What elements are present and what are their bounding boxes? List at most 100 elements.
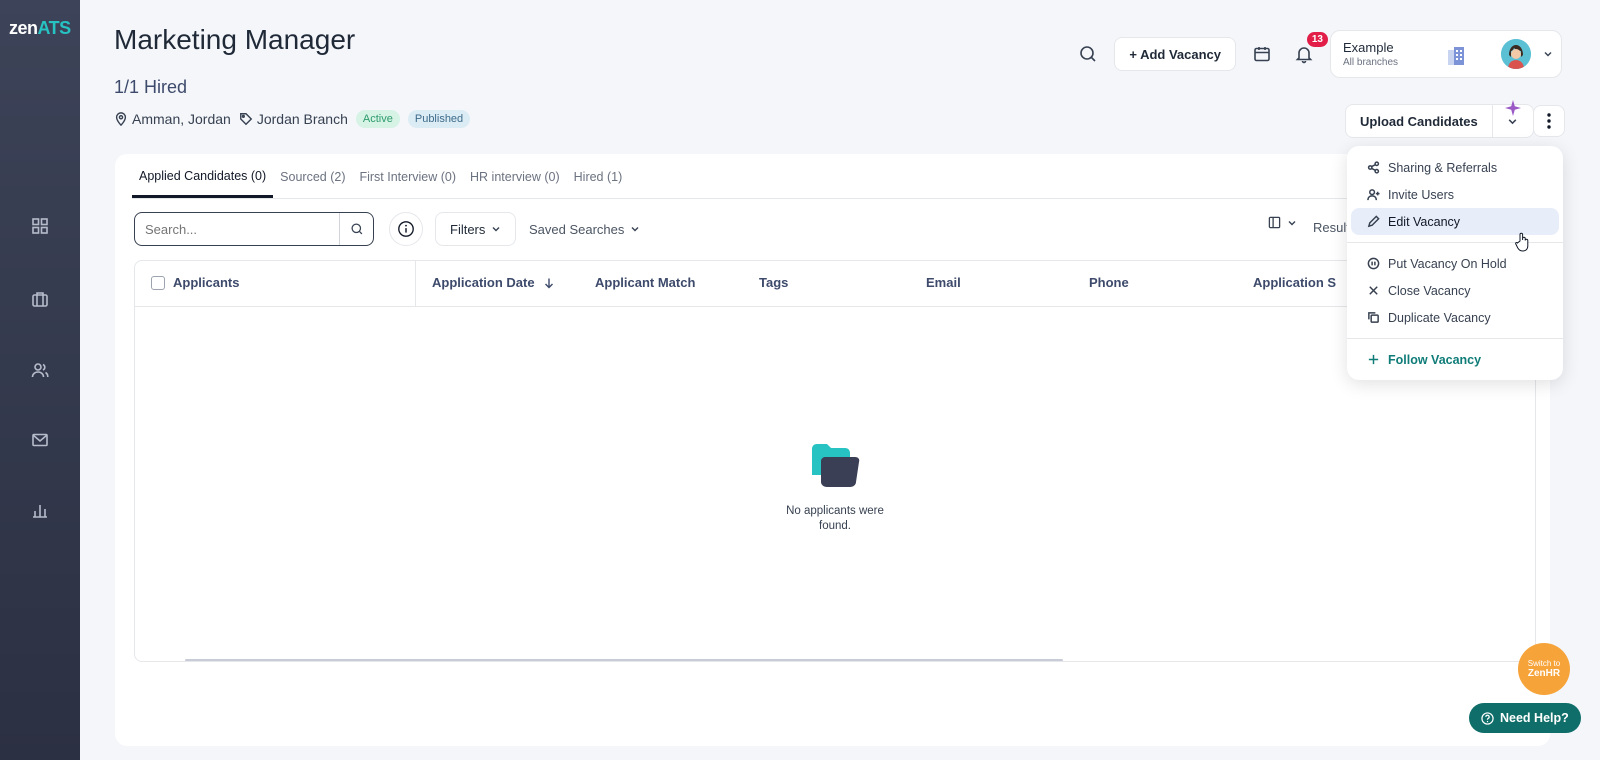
dashboard-grid-icon[interactable] — [26, 212, 54, 240]
columns-icon — [1268, 216, 1281, 229]
menu-item-invite-users[interactable]: Invite Users — [1351, 181, 1559, 208]
empty-folder-icon — [812, 444, 860, 487]
location: Amman, Jordan — [114, 111, 231, 127]
more-options-kebab-icon[interactable] — [1533, 105, 1565, 137]
account-switcher[interactable]: Example All branches — [1330, 30, 1562, 78]
empty-state-text: No applicants were found. — [786, 505, 884, 532]
switch-to-zenhr-button[interactable]: Switch to ZenHR — [1518, 643, 1570, 695]
hired-count: 1/1 Hired — [114, 77, 188, 97]
menu-item-label: Sharing & Referrals — [1388, 160, 1498, 175]
account-info: Example All branches — [1343, 40, 1398, 68]
menu-item-label: Edit Vacancy — [1388, 214, 1461, 229]
column-application-date[interactable]: Application Date — [432, 275, 555, 290]
vacancy-meta: Amman, Jordan Jordan Branch Active Publi… — [114, 110, 471, 128]
chevron-down-icon — [1544, 52, 1552, 57]
copy-icon — [1368, 312, 1379, 323]
empty-state: No applicants were found. — [135, 441, 1535, 534]
candidates-card: Applied Candidates (0) Sourced (2) First… — [115, 154, 1550, 746]
info-icon[interactable] — [389, 212, 423, 246]
sort-arrow-down-icon — [544, 278, 553, 288]
account-branches: All branches — [1343, 57, 1399, 68]
calendar-icon[interactable] — [1246, 38, 1278, 70]
logo-text-ats: ATS — [37, 18, 72, 38]
menu-item-duplicate-vacancy[interactable]: Duplicate Vacancy — [1351, 304, 1559, 331]
location-pin-icon — [115, 112, 127, 126]
menu-divider — [1347, 338, 1563, 339]
tag-icon — [239, 113, 253, 126]
notifications-bell-icon[interactable]: 13 — [1288, 32, 1328, 70]
ai-sparkle-icon[interactable] — [1505, 100, 1521, 116]
menu-item-follow-vacancy[interactable]: Follow Vacancy — [1351, 346, 1559, 373]
sidebar: zenATS — [0, 0, 80, 760]
status-badge-published: Published — [407, 110, 471, 128]
upload-candidates-button[interactable]: Upload Candidates — [1346, 105, 1493, 137]
vacancy-options-menu: Sharing & Referrals Invite Users Edit Va… — [1347, 146, 1563, 380]
menu-item-close-vacancy[interactable]: Close Vacancy — [1351, 277, 1559, 304]
briefcase-icon[interactable] — [26, 285, 54, 313]
select-all-checkbox[interactable] — [151, 275, 165, 290]
tab-first-interview[interactable]: First Interview (0) — [352, 170, 463, 198]
table-header: Applicants Application Date Applicant Ma… — [135, 261, 1535, 307]
menu-item-edit-vacancy[interactable]: Edit Vacancy — [1351, 208, 1559, 235]
page-title: Marketing Manager — [114, 24, 356, 55]
menu-item-sharing-referrals[interactable]: Sharing & Referrals — [1351, 154, 1559, 181]
saved-searches-label: Saved Searches — [529, 221, 625, 237]
mail-icon[interactable] — [26, 426, 54, 454]
chevron-down-icon — [631, 227, 639, 232]
horizontal-scrollbar[interactable] — [185, 659, 1063, 661]
user-plus-icon — [1367, 189, 1380, 201]
column-label: Application Date — [432, 275, 535, 290]
applicants-table: Applicants Application Date Applicant Ma… — [134, 260, 1536, 662]
need-help-button[interactable]: Need Help? — [1469, 703, 1581, 733]
account-name: Example — [1343, 40, 1394, 55]
chevron-down-icon — [1288, 220, 1296, 225]
pencil-icon — [1367, 215, 1380, 228]
tab-sourced[interactable]: Sourced (2) — [273, 170, 352, 198]
menu-item-put-on-hold[interactable]: Put Vacancy On Hold — [1351, 250, 1559, 277]
column-email[interactable]: Email — [926, 275, 961, 290]
branch: Jordan Branch — [239, 111, 348, 127]
menu-item-label: Follow Vacancy — [1388, 352, 1482, 367]
tab-hired[interactable]: Hired (1) — [567, 170, 630, 198]
saved-searches-dropdown[interactable]: Saved Searches — [529, 212, 640, 246]
people-icon[interactable] — [26, 356, 54, 384]
add-vacancy-button[interactable]: + Add Vacancy — [1114, 37, 1236, 71]
status-badge-active: Active — [355, 110, 400, 128]
search-icon[interactable] — [1072, 38, 1104, 70]
tab-applied-candidates[interactable]: Applied Candidates (0) — [132, 169, 274, 198]
location-text: Amman, Jordan — [132, 111, 231, 127]
tab-divider — [132, 198, 1550, 199]
filters-label: Filters — [450, 221, 486, 237]
branch-text: Jordan Branch — [256, 111, 348, 127]
chart-icon[interactable] — [26, 496, 54, 524]
column-label: Applicants — [173, 275, 240, 290]
top-bar-actions: + Add Vacancy 13 Example All branches — [1072, 30, 1562, 78]
zenats-logo[interactable]: zenATS — [9, 18, 71, 39]
avatar — [1501, 39, 1531, 69]
menu-item-label: Put Vacancy On Hold — [1388, 256, 1507, 271]
hand-cursor-icon — [1515, 232, 1529, 252]
tab-hr-interview[interactable]: HR interview (0) — [463, 170, 567, 198]
column-phone[interactable]: Phone — [1089, 275, 1129, 290]
pipeline-tabs: Applied Candidates (0) Sourced (2) First… — [132, 154, 629, 198]
help-question-icon — [1481, 711, 1494, 725]
search-input[interactable] — [135, 213, 339, 245]
column-application-status[interactable]: Application S — [1253, 275, 1336, 290]
column-layout-toggle[interactable] — [1268, 216, 1297, 229]
search-box — [134, 212, 374, 246]
switch-label-bottom: ZenHR — [1527, 668, 1561, 679]
pause-icon — [1367, 257, 1380, 270]
plus-icon — [1368, 354, 1379, 365]
column-applicant-match[interactable]: Applicant Match — [595, 275, 695, 290]
notification-count-badge: 13 — [1306, 32, 1328, 47]
column-tags[interactable]: Tags — [759, 275, 788, 290]
menu-item-label: Close Vacancy — [1388, 283, 1471, 298]
column-applicants[interactable]: Applicants — [151, 275, 239, 290]
share-icon — [1367, 161, 1380, 174]
close-icon — [1369, 286, 1378, 295]
filters-button[interactable]: Filters — [435, 212, 517, 246]
building-icon — [1448, 47, 1464, 65]
need-help-label: Need Help? — [1500, 711, 1569, 725]
chevron-down-icon — [492, 227, 500, 232]
search-submit-icon[interactable] — [339, 213, 373, 245]
